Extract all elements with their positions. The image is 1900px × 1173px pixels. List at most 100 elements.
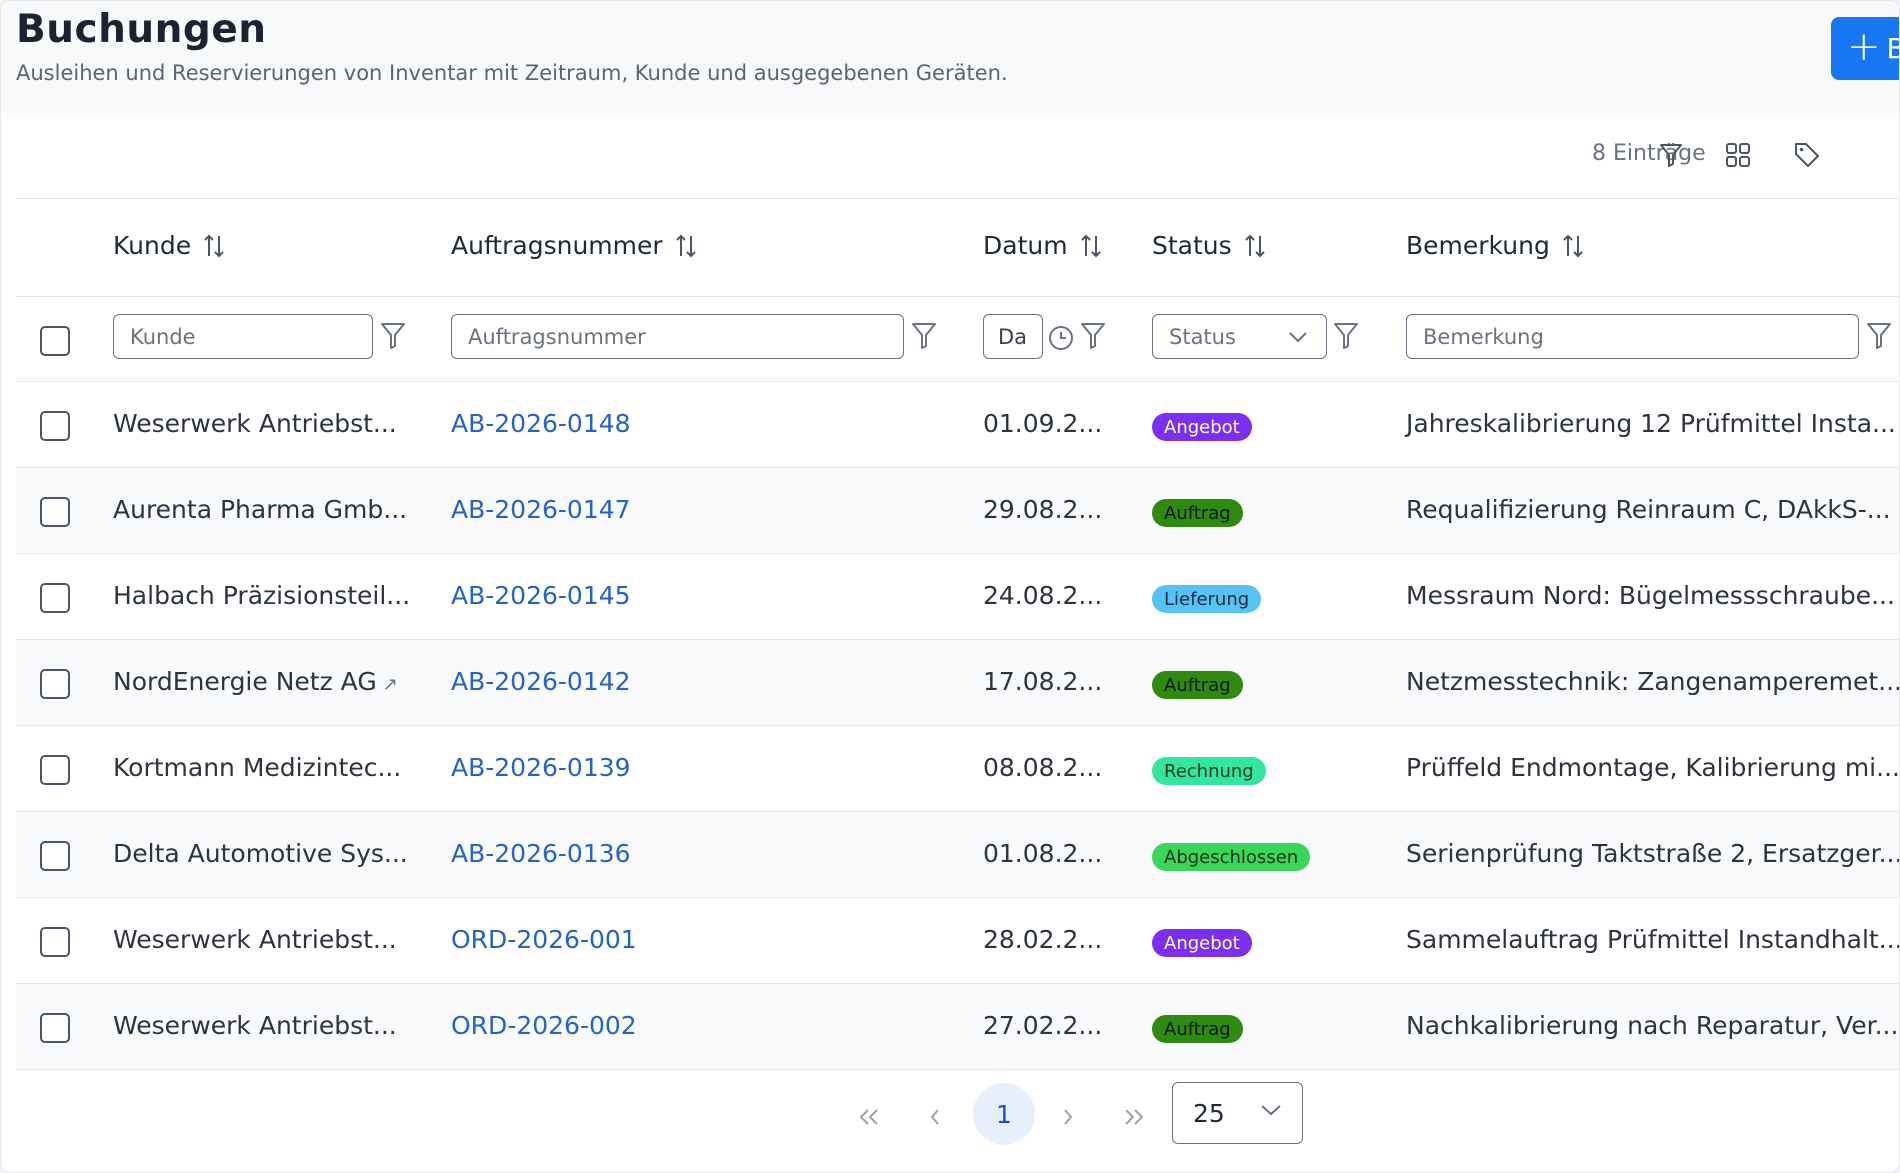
cell-datum: 28.02.2... bbox=[983, 925, 1103, 954]
column-header-bemerkung[interactable]: Bemerkung bbox=[1406, 231, 1584, 260]
previous-page-button[interactable] bbox=[910, 1092, 960, 1142]
cell-datum: 27.02.2... bbox=[983, 1011, 1103, 1040]
kunde-filter-input[interactable]: Kunde bbox=[113, 314, 373, 359]
auftragsnummer-filter-input[interactable]: Auftragsnummer bbox=[451, 314, 904, 359]
tag-icon[interactable] bbox=[1791, 139, 1823, 171]
first-page-button[interactable] bbox=[844, 1092, 894, 1142]
select-all-checkbox[interactable] bbox=[40, 326, 70, 356]
cell-bemerkung: Messraum Nord: Bügelmessschraube... bbox=[1406, 581, 1895, 610]
cell-auftragsnummer-link[interactable]: AB-2026-0136 bbox=[451, 839, 631, 868]
row-checkbox[interactable] bbox=[40, 669, 70, 699]
status-badge: Auftrag bbox=[1152, 499, 1243, 527]
add-booking-button[interactable]: + B bbox=[1831, 17, 1899, 80]
cell-bemerkung: Netzmesstechnik: Zangenamperemet... bbox=[1406, 667, 1900, 696]
table-row[interactable]: Weserwerk Antriebst... ORD-2026-001 28.02.… bbox=[16, 898, 1900, 984]
cell-datum: 01.08.2... bbox=[983, 839, 1103, 868]
status-badge: Auftrag bbox=[1152, 671, 1243, 699]
column-header-auftragsnummer[interactable]: Auftragsnummer bbox=[451, 231, 697, 260]
cell-kunde: Weserwerk Antriebst... bbox=[113, 1011, 397, 1040]
table-toolbar: 8 Einträge bbox=[16, 113, 1899, 199]
page-size-select[interactable]: 25 bbox=[1172, 1082, 1303, 1144]
cell-kunde: Kortmann Medizintec... bbox=[113, 753, 401, 782]
page-title: Buchungen bbox=[16, 7, 267, 52]
table-row[interactable]: Halbach Präzisionsteil... AB-2026-0145 24.… bbox=[16, 554, 1899, 640]
chevron-right-icon bbox=[1064, 1109, 1073, 1125]
table-row[interactable]: Weserwerk Antriebst... ORD-2026-002 27.02.… bbox=[16, 984, 1899, 1070]
cell-kunde: Weserwerk Antriebst... bbox=[113, 409, 397, 438]
table-row[interactable]: NordEnergie Netz AG ↗ AB-2026-0142 17.08.2.… bbox=[16, 640, 1900, 726]
cell-kunde: Weserwerk Antriebst... bbox=[113, 925, 397, 954]
cell-auftragsnummer-link[interactable]: AB-2026-0145 bbox=[451, 581, 631, 610]
status-badge: Auftrag bbox=[1152, 1015, 1243, 1043]
column-header-label: Bemerkung bbox=[1406, 231, 1550, 260]
cell-kunde-text: Weserwerk Antriebst... bbox=[113, 409, 397, 438]
row-checkbox[interactable] bbox=[40, 841, 70, 871]
sort-icon bbox=[675, 234, 696, 257]
status-filter-select[interactable]: Status bbox=[1152, 314, 1327, 359]
cell-auftragsnummer-link[interactable]: ORD-2026-002 bbox=[451, 1011, 637, 1040]
filter-icon[interactable] bbox=[1080, 321, 1106, 351]
filter-icon[interactable] bbox=[380, 321, 406, 351]
cell-auftragsnummer-link[interactable]: AB-2026-0148 bbox=[451, 409, 631, 438]
sort-icon bbox=[204, 234, 224, 257]
plus-icon: + bbox=[1847, 23, 1881, 70]
cell-kunde-text: Weserwerk Antriebst... bbox=[113, 925, 397, 954]
cell-kunde-text: Delta Automotive Sys... bbox=[113, 839, 408, 868]
cell-kunde: Halbach Präzisionsteil... bbox=[113, 581, 410, 610]
table-row[interactable]: Kortmann Medizintec... AB-2026-0139 08.08.… bbox=[16, 726, 1899, 812]
column-header-datum[interactable]: Datum bbox=[983, 231, 1102, 260]
row-checkbox[interactable] bbox=[40, 497, 70, 527]
row-checkbox[interactable] bbox=[40, 1013, 70, 1043]
double-chevron-left-icon bbox=[859, 1109, 878, 1125]
chevron-down-icon bbox=[1261, 1105, 1281, 1116]
table-row[interactable]: Weserwerk Antriebst... AB-2026-0148 01.09.… bbox=[16, 382, 1899, 468]
external-link-icon[interactable]: ↗ bbox=[383, 674, 398, 695]
bemerkung-filter-input[interactable]: Bemerkung bbox=[1406, 314, 1859, 359]
cell-auftragsnummer-link[interactable]: AB-2026-0142 bbox=[451, 667, 631, 696]
grid-view-icon[interactable] bbox=[1722, 139, 1754, 171]
cell-bemerkung: Jahreskalibrierung 12 Prüfmittel Insta..… bbox=[1406, 409, 1896, 438]
table-row[interactable]: Delta Automotive Sys... AB-2026-0136 01.08… bbox=[16, 812, 1900, 898]
cell-bemerkung: Requalifizierung Reinraum C, DAkkS-... bbox=[1406, 495, 1891, 524]
cell-kunde: Delta Automotive Sys... bbox=[113, 839, 408, 868]
cell-bemerkung: Serienprüfung Taktstraße 2, Ersatzger... bbox=[1406, 839, 1900, 868]
cell-datum: 24.08.2... bbox=[983, 581, 1103, 610]
filter-icon[interactable] bbox=[1866, 321, 1892, 351]
column-header-label: Datum bbox=[983, 231, 1068, 260]
cell-auftragsnummer-link[interactable]: AB-2026-0139 bbox=[451, 753, 631, 782]
cell-auftragsnummer-link[interactable]: ORD-2026-001 bbox=[451, 925, 637, 954]
next-page-button[interactable] bbox=[1043, 1092, 1093, 1142]
row-checkbox[interactable] bbox=[40, 411, 70, 441]
cell-datum: 01.09.2... bbox=[983, 409, 1103, 438]
row-checkbox[interactable] bbox=[40, 755, 70, 785]
status-badge: Lieferung bbox=[1152, 585, 1262, 613]
cell-kunde-text: Weserwerk Antriebst... bbox=[113, 1011, 397, 1040]
status-badge: Angebot bbox=[1152, 929, 1252, 957]
page-header: Buchungen Ausleihen und Reservierungen v… bbox=[1, 1, 1899, 113]
filter-icon[interactable] bbox=[911, 321, 937, 351]
cell-bemerkung: Sammelauftrag Prüfmittel Instandhalt... bbox=[1406, 925, 1900, 954]
cell-auftragsnummer-link[interactable]: AB-2026-0147 bbox=[451, 495, 631, 524]
filter-icon[interactable] bbox=[1333, 321, 1359, 351]
add-booking-label: B bbox=[1887, 32, 1899, 65]
entries-count: 8 Einträge bbox=[1592, 141, 1706, 166]
row-checkbox[interactable] bbox=[40, 927, 70, 957]
cell-kunde-text: NordEnergie Netz AG bbox=[113, 667, 377, 696]
last-page-button[interactable] bbox=[1109, 1092, 1159, 1142]
column-header-status[interactable]: Status bbox=[1152, 231, 1266, 260]
cell-bemerkung: Nachkalibrierung nach Reparatur, Ver... bbox=[1406, 1011, 1899, 1040]
current-page-button[interactable]: 1 bbox=[973, 1083, 1035, 1145]
page: Buchungen Ausleihen und Reservierungen v… bbox=[0, 0, 1900, 1173]
cell-kunde-text: Aurenta Pharma Gmb... bbox=[113, 495, 408, 524]
table-header-row: Kunde Auftragsnummer Datum Status Bemerk… bbox=[16, 199, 1899, 297]
table-row[interactable]: Aurenta Pharma Gmb... AB-2026-0147 29.08.2… bbox=[16, 468, 1899, 554]
filter-icon[interactable] bbox=[1655, 139, 1687, 171]
column-header-kunde[interactable]: Kunde bbox=[113, 231, 225, 260]
datum-filter-input[interactable]: Da bbox=[983, 314, 1043, 359]
chevron-down-icon bbox=[1289, 332, 1307, 343]
cell-kunde: NordEnergie Netz AG ↗ bbox=[113, 667, 398, 696]
cell-datum: 08.08.2... bbox=[983, 753, 1103, 782]
row-checkbox[interactable] bbox=[40, 583, 70, 613]
clock-icon[interactable] bbox=[1048, 325, 1074, 351]
cell-kunde-text: Kortmann Medizintec... bbox=[113, 753, 402, 782]
